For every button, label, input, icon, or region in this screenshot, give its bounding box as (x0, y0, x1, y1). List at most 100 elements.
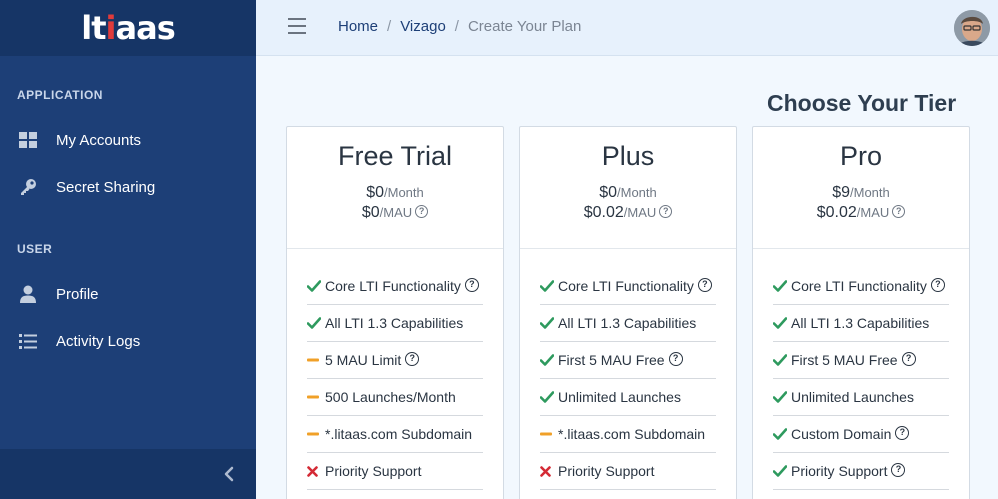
feature-item: Custom Domain? (773, 416, 949, 453)
list-icon (19, 332, 37, 350)
help-icon[interactable]: ? (891, 463, 906, 477)
monthly-price: $9/Month (753, 183, 969, 203)
feature-item: Priority Support (307, 453, 483, 490)
dash-icon (307, 358, 325, 362)
avatar[interactable] (954, 10, 990, 46)
mau-price: $0/MAU? (287, 203, 503, 223)
tier-card-free-trial[interactable]: Free Trial $0/Month $0/MAU? Core LTI Functi… (286, 126, 504, 499)
mau-price-unit: /MAU (379, 205, 413, 220)
brand-logo[interactable]: ltiaas (0, 0, 256, 56)
tier-name: Pro (839, 141, 883, 171)
check-icon (773, 317, 791, 329)
feature-label: Priority Support (558, 463, 655, 479)
help-icon[interactable]: ? (892, 205, 906, 219)
feature-label: *.litaas.com Subdomain (325, 426, 473, 442)
feature-list: Core LTI Functionality? All LTI 1.3 Capab… (753, 249, 969, 490)
feature-item: Priority Support (540, 453, 716, 490)
sidebar-item-secret-sharing[interactable]: Secret Sharing (0, 167, 256, 207)
dash-icon (307, 432, 325, 436)
breadcrumb-home[interactable]: Home (338, 18, 378, 35)
sidebar-section-application: APPLICATION (17, 88, 103, 102)
grid-icon (19, 131, 37, 149)
feature-item: Priority Support? (773, 453, 949, 490)
sidebar-item-profile[interactable]: Profile (0, 274, 256, 314)
monthly-price-unit: /Month (850, 185, 890, 200)
mau-price-unit: /MAU (856, 205, 890, 220)
feature-label: Core LTI Functionality (325, 278, 461, 294)
sidebar-footer (0, 449, 256, 499)
cross-icon (540, 465, 558, 477)
chevron-left-icon (224, 466, 234, 482)
monthly-price: $0/Month (287, 183, 503, 203)
sidebar: ltiaas APPLICATION My Accounts Secret Sh… (0, 0, 256, 499)
feature-label: Priority Support (325, 463, 422, 479)
tier-name: Free Trial (337, 141, 453, 171)
cross-icon (307, 465, 325, 477)
help-icon[interactable]: ? (659, 205, 673, 219)
collapse-sidebar-button[interactable] (218, 463, 240, 485)
tier-name: Plus (601, 141, 655, 171)
feature-label: All LTI 1.3 Capabilities (325, 315, 464, 331)
mau-price-unit: /MAU (623, 205, 657, 220)
sidebar-section-user: USER (17, 242, 53, 256)
top-header: Home / Vizago / Create Your Plan (256, 0, 998, 56)
sidebar-item-label: Secret Sharing (56, 178, 156, 196)
feature-label: 500 Launches/Month (325, 389, 456, 405)
check-icon (773, 354, 791, 366)
feature-label: First 5 MAU Free (791, 352, 898, 368)
breadcrumb: Home / Vizago / Create Your Plan (338, 18, 581, 35)
check-icon (540, 354, 558, 366)
monthly-price-value: $9 (832, 184, 851, 201)
feature-item: *.litaas.com Subdomain (307, 416, 483, 453)
help-icon[interactable]: ? (464, 278, 479, 292)
menu-icon[interactable] (288, 18, 306, 34)
feature-label: Unlimited Launches (558, 389, 681, 405)
feature-item: 5 MAU Limit? (307, 342, 483, 379)
help-icon[interactable]: ? (697, 278, 712, 292)
mau-price: $0.02/MAU? (520, 203, 736, 223)
check-icon (307, 280, 325, 292)
feature-item: First 5 MAU Free? (773, 342, 949, 379)
mau-price-value: $0.02 (816, 204, 857, 221)
check-icon (540, 280, 558, 292)
mau-price: $0.02/MAU? (753, 203, 969, 223)
feature-label: Core LTI Functionality (791, 278, 927, 294)
breadcrumb-separator: / (387, 18, 392, 35)
monthly-price-value: $0 (599, 184, 618, 201)
monthly-price: $0/Month (520, 183, 736, 203)
feature-item: Core LTI Functionality? (540, 268, 716, 305)
feature-label: First 5 MAU Free (558, 352, 665, 368)
help-icon[interactable]: ? (930, 278, 945, 292)
sidebar-item-activity-logs[interactable]: Activity Logs (0, 321, 256, 361)
check-icon (307, 317, 325, 329)
help-icon[interactable]: ? (405, 352, 420, 366)
feature-item: 500 Launches/Month (307, 379, 483, 416)
check-icon (773, 428, 791, 440)
feature-item: All LTI 1.3 Capabilities (307, 305, 483, 342)
page-title: Choose Your Tier (767, 90, 957, 116)
sidebar-item-label: Profile (56, 285, 99, 303)
tier-header: Plus $0/Month $0.02/MAU? (520, 127, 736, 249)
help-icon[interactable]: ? (895, 426, 910, 440)
feature-list: Core LTI Functionality? All LTI 1.3 Capab… (287, 249, 503, 490)
feature-list: Core LTI Functionality? All LTI 1.3 Capab… (520, 249, 736, 490)
feature-item: Unlimited Launches (773, 379, 949, 416)
breadcrumb-separator: / (454, 18, 459, 35)
help-icon[interactable]: ? (901, 352, 916, 366)
dash-icon (307, 395, 325, 399)
feature-label: Unlimited Launches (791, 389, 914, 405)
feature-item: All LTI 1.3 Capabilities (540, 305, 716, 342)
breadcrumb-vizago[interactable]: Vizago (400, 18, 446, 35)
mau-price-value: $0 (361, 204, 380, 221)
sidebar-item-label: My Accounts (56, 131, 142, 149)
help-icon[interactable]: ? (415, 205, 429, 219)
feature-item: Unlimited Launches (540, 379, 716, 416)
tier-card-pro[interactable]: Pro $9/Month $0.02/MAU? Core LTI Functional… (752, 126, 970, 499)
check-icon (773, 280, 791, 292)
tier-card-plus[interactable]: Plus $0/Month $0.02/MAU? Core LTI Functiona… (519, 126, 737, 499)
sidebar-item-my-accounts[interactable]: My Accounts (0, 120, 256, 160)
feature-label: 5 MAU Limit (325, 352, 402, 368)
feature-label: Priority Support (791, 463, 888, 479)
help-icon[interactable]: ? (668, 352, 683, 366)
user-icon (19, 285, 37, 303)
